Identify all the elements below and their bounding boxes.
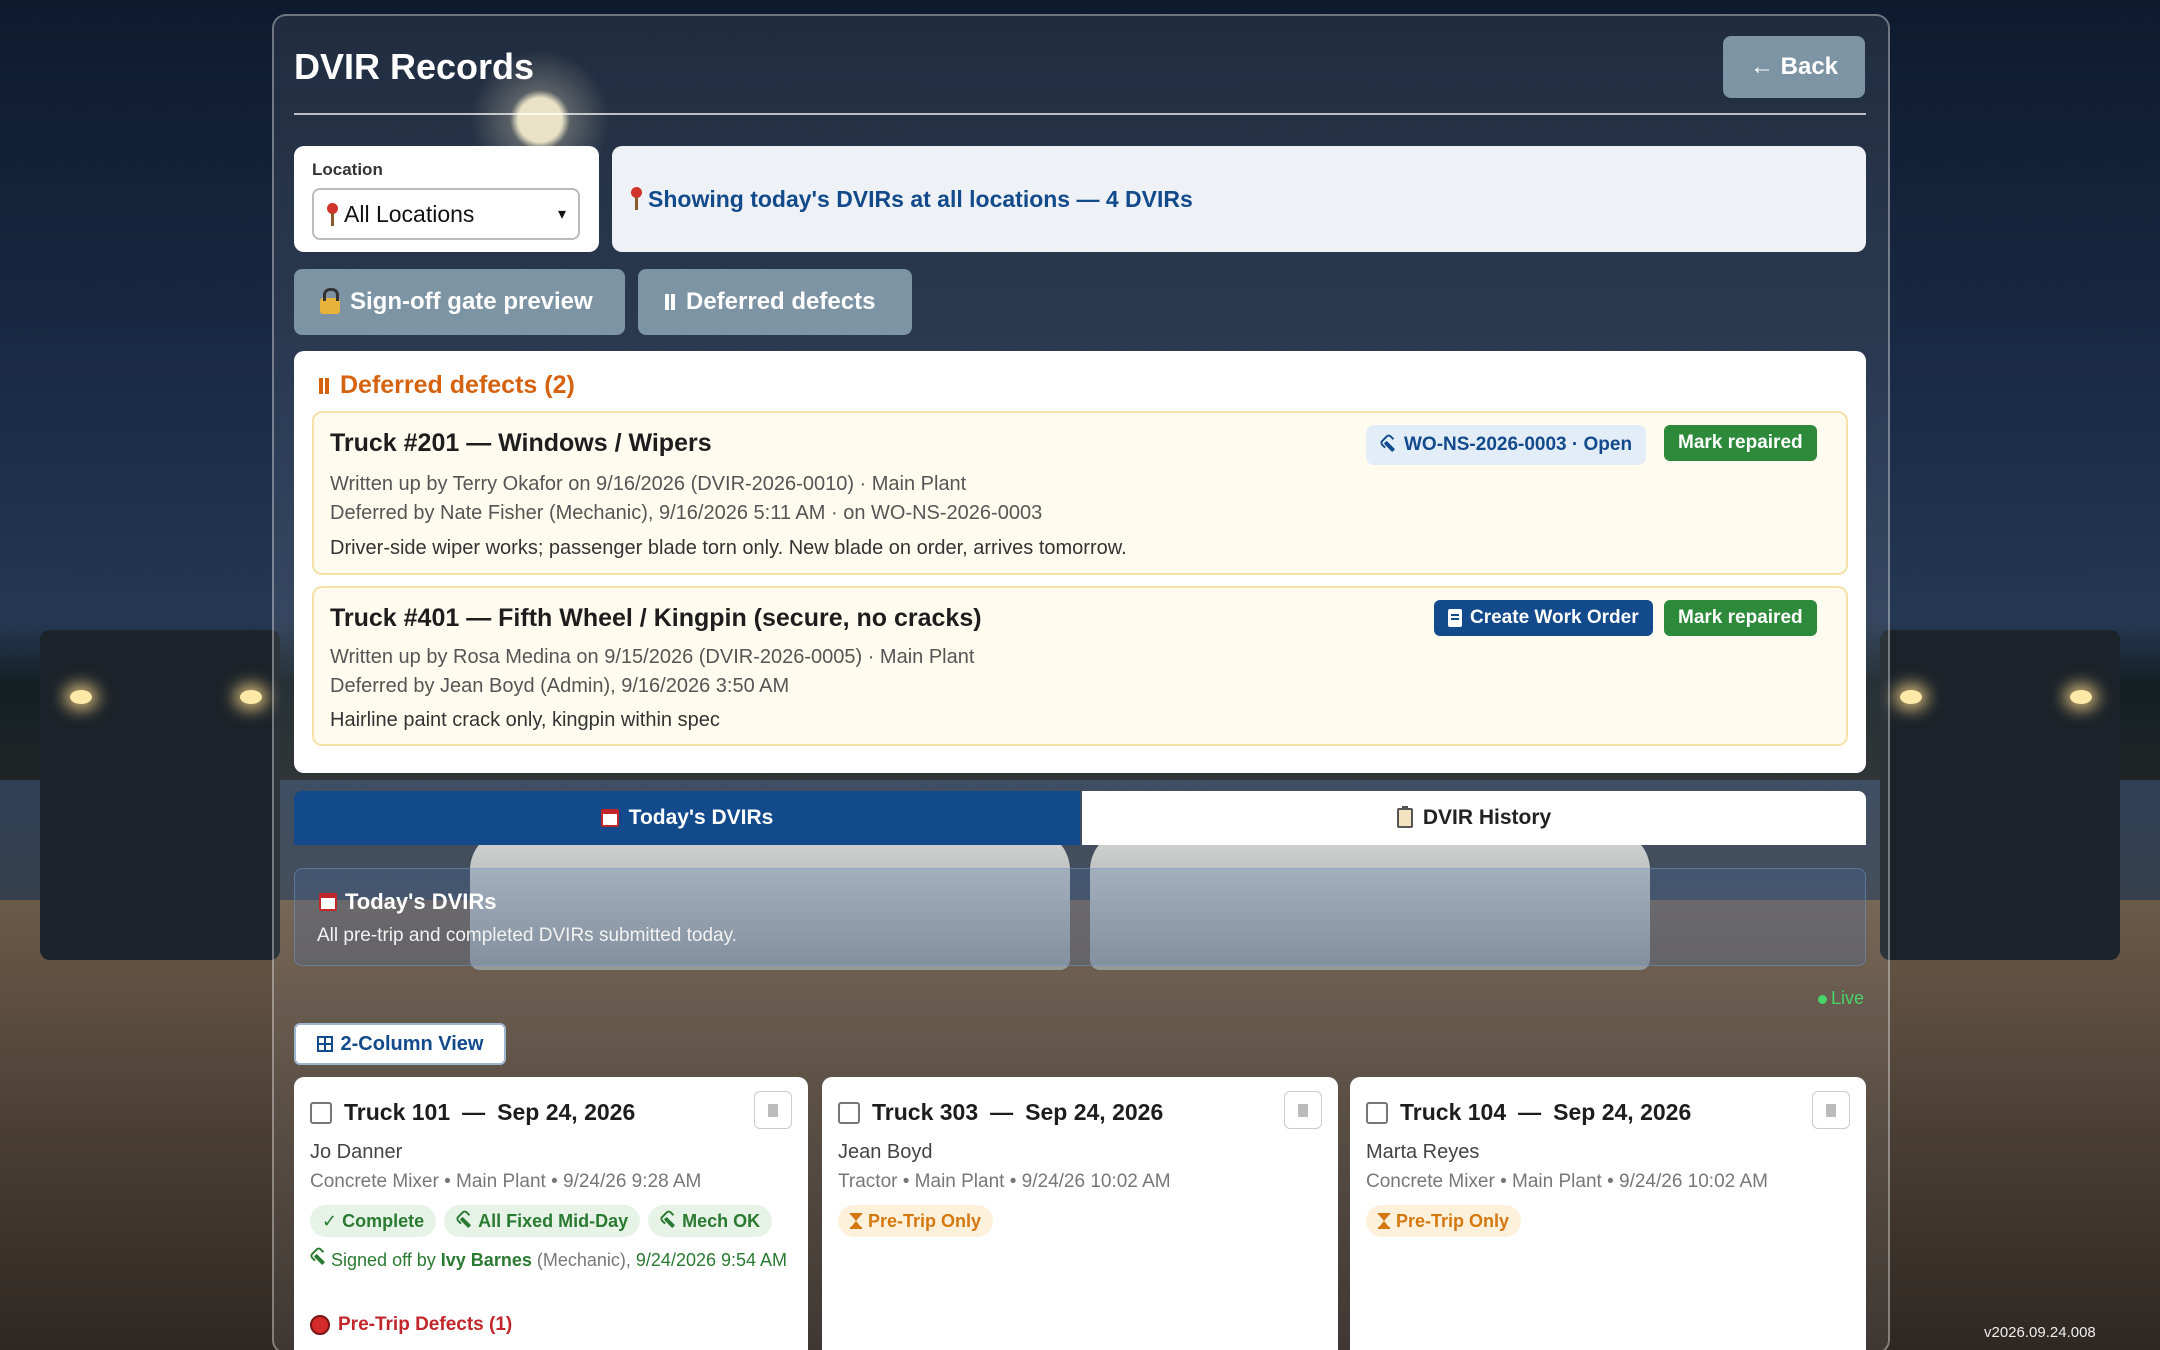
defect-note: Hairline paint crack only, kingpin withi… <box>330 709 720 731</box>
defect-title: Truck #401 — Fifth Wheel / Kingpin (secu… <box>330 604 982 632</box>
pin-icon <box>326 203 338 227</box>
wrench-icon <box>453 1210 476 1233</box>
status-chips: Pre-Trip Only <box>1366 1205 1522 1237</box>
dvir-record-header: Truck 101 — Sep 24, 2026 <box>310 1099 635 1126</box>
chevron-down-icon: ▾ <box>557 206 566 223</box>
defect-note: Driver-side wiper works; passenger blade… <box>330 537 1127 559</box>
headlight <box>1900 690 1922 704</box>
delete-button[interactable] <box>754 1091 792 1129</box>
status-badge: All Fixed Mid-Day <box>444 1205 641 1237</box>
signoff-line: Signed off by Ivy Barnes (Mechanic), 9/2… <box>310 1247 790 1274</box>
deferred-defects-heading: Deferred defects (2) <box>318 371 575 400</box>
pause-icon <box>318 377 330 394</box>
defect-title: Truck #201 — Windows / Wipers <box>330 429 712 457</box>
todays-dvirs-subtitle: All pre-trip and completed DVIRs submitt… <box>317 925 737 946</box>
select-checkbox[interactable] <box>1366 1101 1388 1124</box>
back-button[interactable]: ← Back <box>1723 36 1865 98</box>
trash-icon <box>1298 1103 1308 1117</box>
status-badge: Mech OK <box>648 1205 773 1237</box>
trash-icon <box>768 1103 778 1117</box>
pretrip-defects-toggle[interactable]: Pre-Trip Defects (1) <box>310 1314 512 1336</box>
truck-silhouette-right <box>1880 630 2120 960</box>
defect-deferred-by: Deferred by Nate Fisher (Mechanic), 9/16… <box>330 502 1043 524</box>
dvir-record-card: Truck 101 — Sep 24, 2026 Jo Danner Concr… <box>294 1077 808 1350</box>
status-chips: Pre-Trip Only <box>838 1205 994 1237</box>
trash-icon <box>1826 1103 1836 1117</box>
signoff-gate-preview-button[interactable]: Sign-off gate preview <box>294 269 625 335</box>
status-badge: Pre-Trip Only <box>838 1205 994 1237</box>
select-checkbox[interactable] <box>838 1101 860 1124</box>
live-dot-icon <box>1818 994 1827 1004</box>
dvir-record-card: Truck 104 — Sep 24, 2026 Marta Reyes Con… <box>1350 1077 1866 1350</box>
driver-name: Jo Danner <box>310 1141 403 1163</box>
pause-icon <box>664 294 676 310</box>
headlight <box>70 690 92 704</box>
deferred-defects-card: Deferred defects (2) Truck #201 — Window… <box>294 351 1866 773</box>
driver-name: Marta Reyes <box>1366 1141 1480 1163</box>
live-indicator: Live <box>1818 988 1864 1009</box>
deferred-defects-button[interactable]: Deferred defects <box>638 269 912 335</box>
hourglass-icon <box>850 1213 862 1229</box>
red-circle-icon <box>310 1315 330 1335</box>
dvir-record-header: Truck 303 — Sep 24, 2026 <box>838 1099 1163 1126</box>
mark-repaired-button[interactable]: Mark repaired <box>1664 600 1817 636</box>
location-status-banner: Showing today's DVIRs at all locations —… <box>612 146 1866 252</box>
location-label: Location <box>312 160 383 179</box>
wrench-icon <box>307 1247 330 1270</box>
record-meta: Concrete Mixer • Main Plant • 9/24/26 10… <box>1366 1171 1768 1192</box>
defect-deferred-by: Deferred by Jean Boyd (Admin), 9/16/2026… <box>330 675 790 697</box>
record-meta: Concrete Mixer • Main Plant • 9/24/26 9:… <box>310 1171 702 1192</box>
status-badge: ✓ Complete <box>310 1205 437 1237</box>
pin-icon <box>630 187 642 211</box>
delete-button[interactable] <box>1284 1091 1322 1129</box>
headlight <box>240 690 262 704</box>
grid-icon <box>316 1036 333 1052</box>
status-badge: Pre-Trip Only <box>1366 1205 1522 1237</box>
create-work-order-button[interactable]: Create Work Order <box>1434 600 1653 636</box>
page-title: DVIR Records <box>294 46 535 87</box>
lock-icon <box>320 288 340 314</box>
location-select[interactable]: All Locations ▾ <box>312 188 580 240</box>
deferred-defect-item: Truck #201 — Windows / Wipers WO-NS-2026… <box>312 411 1848 575</box>
version-label: v2026.09.24.008 <box>1984 1324 2096 1341</box>
wrench-icon <box>657 1210 680 1233</box>
status-chips: ✓ Complete All Fixed Mid-Day Mech OK <box>310 1205 773 1237</box>
deferred-defect-item: Truck #401 — Fifth Wheel / Kingpin (secu… <box>312 586 1848 746</box>
wrench-icon <box>1377 434 1400 457</box>
clipboard-icon <box>1396 806 1413 828</box>
location-status-text: Showing today's DVIRs at all locations —… <box>648 185 1193 212</box>
calendar-icon <box>600 809 619 827</box>
headlight <box>2070 690 2092 704</box>
tab-dvir-history[interactable]: DVIR History <box>1082 791 1866 845</box>
mark-repaired-button[interactable]: Mark repaired <box>1664 425 1817 461</box>
location-card: Location All Locations ▾ <box>294 146 599 252</box>
clipboard-icon <box>1448 609 1462 627</box>
work-order-link[interactable]: WO-NS-2026-0003 · Open <box>1366 425 1647 465</box>
tab-todays-dvirs[interactable]: Today's DVIRs <box>294 791 1080 845</box>
driver-name: Jean Boyd <box>838 1141 933 1163</box>
delete-button[interactable] <box>1812 1091 1850 1129</box>
truck-silhouette-left <box>40 630 280 960</box>
title-divider <box>294 113 1866 115</box>
calendar-icon <box>319 893 337 911</box>
todays-dvirs-title: Today's DVIRs <box>319 889 497 915</box>
todays-dvirs-banner: Today's DVIRs All pre-trip and completed… <box>294 868 1866 966</box>
record-meta: Tractor • Main Plant • 9/24/26 10:02 AM <box>838 1171 1171 1192</box>
select-checkbox[interactable] <box>310 1101 332 1124</box>
dvir-record-card: Truck 303 — Sep 24, 2026 Jean Boyd Tract… <box>822 1077 1338 1350</box>
two-column-view-button[interactable]: 2-Column View <box>294 1023 506 1065</box>
location-select-value: All Locations <box>326 201 474 228</box>
dvir-record-header: Truck 104 — Sep 24, 2026 <box>1366 1099 1691 1126</box>
defect-written-by: Written up by Rosa Medina on 9/15/2026 (… <box>330 646 975 668</box>
defect-written-by: Written up by Terry Okafor on 9/16/2026 … <box>330 473 967 495</box>
hourglass-icon <box>1378 1213 1390 1229</box>
